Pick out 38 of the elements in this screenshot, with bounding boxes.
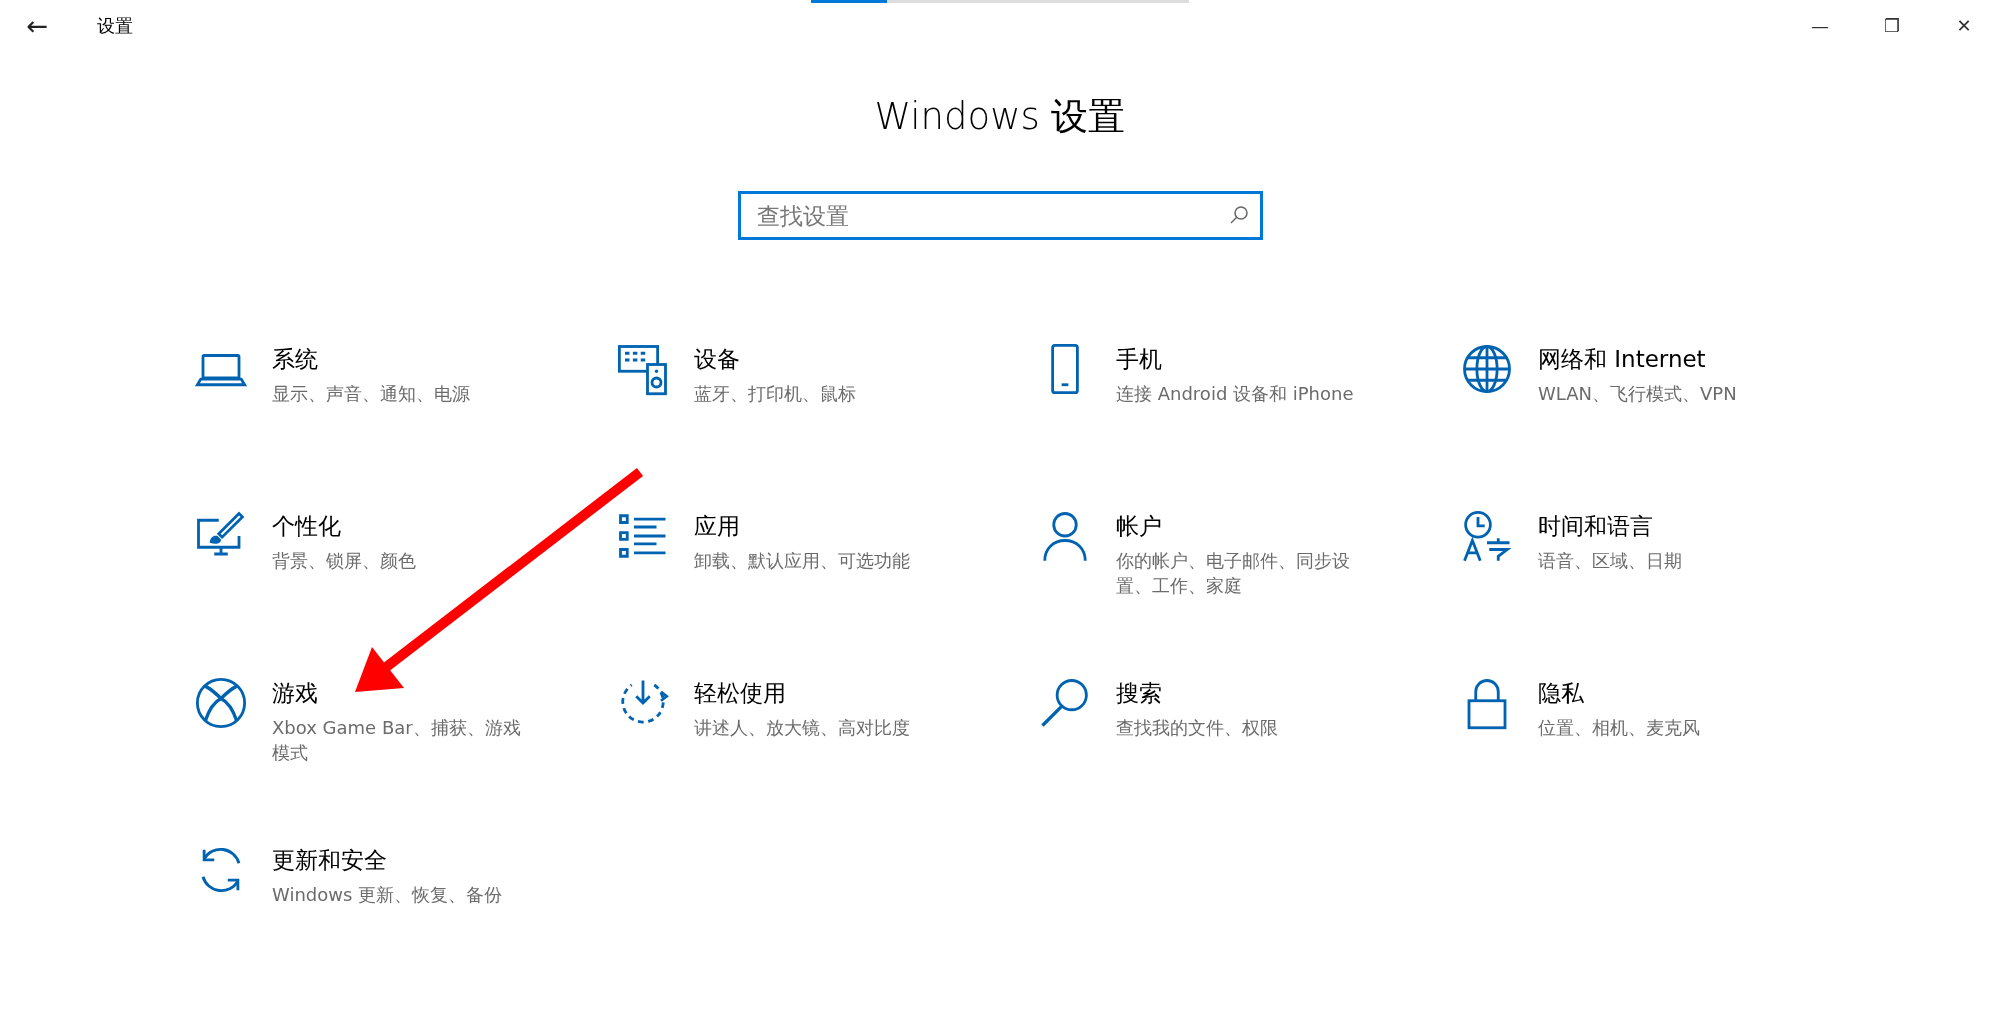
category-description: 语音、区域、日期 — [1538, 549, 1683, 573]
category-title[interactable]: 应用 — [694, 511, 944, 542]
search-icon — [1228, 205, 1249, 225]
category-title[interactable]: 时间和语言 — [1538, 511, 1788, 542]
category-description: 你的帐户、电子邮件、同步设置、工作、家庭 — [1116, 549, 1351, 598]
search-field[interactable]: 查找设置 — [737, 191, 1263, 240]
category-description: 连接 Android 设备和 iPhone — [1116, 382, 1355, 406]
category-title[interactable]: 手机 — [1116, 344, 1366, 375]
category-title[interactable]: 帐户 — [1116, 511, 1366, 542]
category-description: 背景、锁屏、颜色 — [272, 549, 417, 573]
category-title[interactable]: 系统 — [272, 344, 522, 375]
category-title[interactable]: 搜索 — [1116, 678, 1366, 709]
category-description: 位置、相机、麦克风 — [1538, 716, 1701, 740]
back-button[interactable]: ← — [0, 9, 75, 42]
category-title[interactable]: 轻松使用 — [694, 678, 944, 709]
category-title[interactable]: 设备 — [694, 344, 944, 375]
category-description: WLAN、飞行模式、VPN — [1538, 382, 1738, 406]
category-title[interactable]: 更新和安全 — [272, 845, 522, 876]
category-title[interactable]: 网络和 Internet — [1538, 344, 1788, 375]
category-description: 查找我的文件、权限 — [1116, 716, 1279, 740]
category-title[interactable]: 个性化 — [272, 511, 522, 542]
minimize-button[interactable]: — — [1784, 0, 1856, 51]
category-description: 蓝牙、打印机、鼠标 — [694, 382, 857, 406]
clock-letters-icon[interactable] — [1460, 509, 1514, 563]
category-title[interactable]: 隐私 — [1538, 678, 1788, 709]
restore-button[interactable]: ❐ — [1856, 0, 1928, 51]
keyboard-speaker-icon[interactable] — [616, 342, 670, 396]
category-description: Xbox Game Bar、捕获、游戏模式 — [272, 716, 522, 765]
page-heading: Windows 设置 — [873, 94, 1127, 140]
category-description: 卸载、默认应用、可选功能 — [694, 549, 911, 573]
close-button[interactable]: ✕ — [1928, 0, 2000, 51]
window-title: 设置 — [97, 13, 133, 38]
category-description: 显示、声音、通知、电源 — [272, 382, 471, 406]
globe-icon[interactable] — [1460, 342, 1514, 396]
category-title[interactable]: 游戏 — [272, 678, 522, 709]
category-description: Windows 更新、恢复、备份 — [272, 883, 504, 907]
category-description: 讲述人、放大镜、高对比度 — [694, 716, 911, 740]
xbox-icon[interactable] — [194, 676, 248, 730]
